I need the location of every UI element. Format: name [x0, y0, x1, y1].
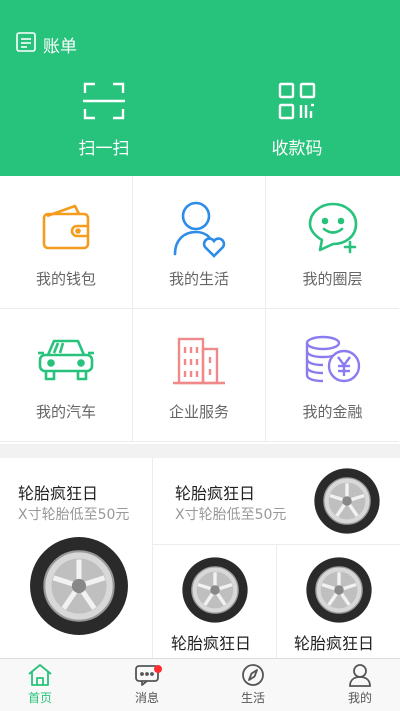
promo-title: 轮胎疯狂日: [171, 634, 252, 653]
function-grid: 我的钱包 我的生活 我的圈层 我的汽车 企业服务 我的金融: [0, 176, 400, 444]
grid-item-finance[interactable]: 我的金融: [266, 309, 399, 442]
grid-item-wallet[interactable]: 我的钱包: [0, 176, 133, 309]
promo-title: 轮胎疯狂日: [175, 484, 256, 503]
grid-item-label: 企业服务: [168, 403, 229, 421]
grid-item-label: 我的钱包: [35, 270, 96, 288]
promo-subtitle: X寸轮胎低至50元: [18, 507, 130, 523]
tab-home[interactable]: 首页: [0, 663, 80, 706]
grid-item-circle[interactable]: 我的圈层: [266, 176, 399, 309]
receive-code-label: 收款码: [271, 139, 323, 159]
profile-icon: [320, 663, 400, 687]
app-screen: 账单 扫一扫 收款码 我的钱包 我的生活 我的圈层 我的汽车 企业服务 我的金融…: [0, 0, 400, 711]
grid-item-car[interactable]: 我的汽车: [0, 309, 133, 442]
scan-label: 扫一扫: [78, 139, 130, 159]
tire-image: [305, 555, 373, 629]
grid-item-life[interactable]: 我的生活: [133, 176, 266, 309]
promo-card-large[interactable]: 轮胎疯狂日 X寸轮胎低至50元: [0, 458, 152, 658]
tab-bar: 首页 消息 生活 我的: [0, 658, 400, 711]
grid-item-enterprise[interactable]: 企业服务: [133, 309, 266, 442]
bill-label: 账单: [43, 36, 77, 57]
tab-label: 生活: [240, 691, 265, 705]
unread-badge: [154, 665, 162, 673]
promo-card-wide[interactable]: 轮胎疯狂日 X寸轮胎低至50元: [153, 458, 400, 544]
tire-image: [181, 555, 249, 629]
promo-section: 轮胎疯狂日 X寸轮胎低至50元 轮胎疯狂日 X寸轮胎低至50元 轮胎疯狂日 轮胎…: [0, 458, 400, 658]
bill-icon: [15, 31, 37, 57]
promo-title: 轮胎疯狂日: [18, 484, 99, 503]
tab-profile[interactable]: 我的: [320, 663, 400, 706]
tire-image: [28, 534, 130, 642]
tab-messages[interactable]: 消息: [107, 663, 187, 706]
tab-life[interactable]: 生活: [213, 663, 293, 706]
message-icon: [107, 663, 187, 687]
grid-item-label: 我的圈层: [302, 270, 363, 288]
tire-image: [313, 466, 381, 540]
grid-item-label: 我的汽车: [35, 403, 96, 421]
tab-label: 首页: [27, 691, 52, 705]
grid-item-label: 我的生活: [168, 270, 229, 288]
compass-icon: [213, 663, 293, 687]
bill-button[interactable]: 账单: [15, 31, 77, 57]
receive-code-button[interactable]: 收款码: [237, 82, 357, 159]
promo-card-small[interactable]: 轮胎疯狂日: [153, 545, 276, 658]
tab-label: 消息: [134, 691, 159, 705]
promo-title: 轮胎疯狂日: [294, 634, 375, 653]
scan-icon: [44, 82, 164, 120]
home-icon: [0, 663, 80, 687]
promo-card-small[interactable]: 轮胎疯狂日: [277, 545, 400, 658]
scan-button[interactable]: 扫一扫: [44, 82, 164, 159]
promo-subtitle: X寸轮胎低至50元: [175, 507, 287, 523]
header: 账单 扫一扫 收款码: [0, 0, 400, 176]
grid-item-label: 我的金融: [302, 403, 363, 421]
tab-label: 我的: [347, 691, 372, 705]
qr-code-icon: [237, 82, 357, 120]
